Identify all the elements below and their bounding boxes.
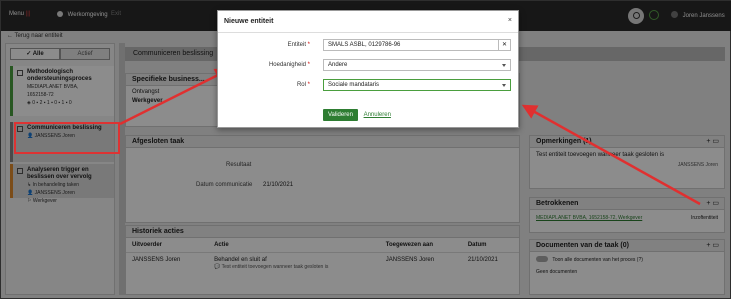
entity-value: SMALS ASBL, 0129786-96 [328, 42, 401, 48]
entity-field[interactable]: SMALS ASBL, 0129786-96 ✕ [323, 39, 511, 51]
entity-row: Entiteit * SMALS ASBL, 0129786-96 ✕ [218, 39, 520, 53]
capacity-select[interactable]: Andere [323, 59, 511, 71]
dialog-actions: Valideren Annuleren [323, 109, 391, 121]
role-select[interactable]: Sociale mandataris [323, 79, 511, 91]
capacity-row: Hoedanigheid * Andere [218, 59, 520, 73]
cancel-link[interactable]: Annuleren [364, 112, 391, 118]
role-row: Rol * Sociale mandataris [218, 79, 520, 93]
role-label: Rol * [296, 82, 310, 88]
clear-icon[interactable]: ✕ [498, 40, 510, 50]
highlight-box [14, 122, 120, 154]
dialog-title: Nieuwe entiteit [218, 11, 518, 33]
capacity-label: Hoedanigheid * [268, 62, 310, 68]
close-icon[interactable]: × [508, 17, 512, 24]
entity-label: Entiteit * [287, 42, 310, 48]
new-entity-dialog: Nieuwe entiteit × Entiteit * SMALS ASBL,… [217, 10, 519, 128]
validate-button[interactable]: Valideren [323, 109, 358, 121]
